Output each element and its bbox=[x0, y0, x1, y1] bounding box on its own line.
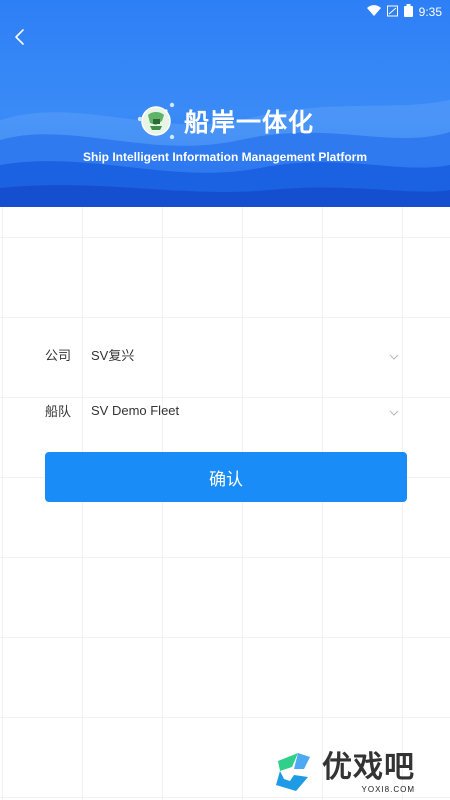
fleet-select[interactable]: SV Demo Fleet bbox=[91, 396, 405, 424]
back-button[interactable] bbox=[8, 27, 32, 51]
wifi-icon bbox=[366, 4, 381, 20]
grid-background bbox=[0, 207, 450, 800]
status-time: 9:35 bbox=[418, 5, 442, 19]
confirm-button[interactable]: 确认 bbox=[45, 452, 407, 502]
header-banner: 9:35 船岸一体化 Ship Intelligent Information … bbox=[0, 0, 450, 207]
signal-icon bbox=[386, 5, 398, 20]
brand: 船岸一体化 bbox=[0, 98, 450, 144]
company-select[interactable]: SV复兴 bbox=[91, 340, 405, 368]
back-arrow-icon bbox=[14, 28, 26, 50]
watermark: 优戏吧 YOXI8.COM bbox=[268, 746, 448, 798]
fleet-value: SV Demo Fleet bbox=[91, 402, 180, 418]
company-row: 公司 SV复兴 bbox=[45, 340, 405, 368]
watermark-main: 优戏吧 bbox=[322, 749, 415, 785]
app-title: 船岸一体化 bbox=[183, 108, 314, 137]
watermark-sub: YOXI8.COM bbox=[361, 784, 415, 794]
watermark-logo-icon bbox=[276, 753, 310, 791]
chevron-down-icon bbox=[389, 401, 399, 420]
fleet-row: 船队 SV Demo Fleet bbox=[45, 396, 405, 424]
company-label: 公司 bbox=[45, 348, 72, 364]
screen: 9:35 船岸一体化 Ship Intelligent Information … bbox=[0, 0, 450, 800]
company-value: SV复兴 bbox=[91, 347, 135, 363]
fleet-label: 船队 bbox=[45, 404, 72, 420]
chevron-down-icon bbox=[389, 345, 399, 364]
status-bar: 9:35 bbox=[0, 0, 450, 24]
battery-icon bbox=[403, 4, 413, 20]
globe-logo-icon bbox=[137, 102, 175, 140]
app-subtitle: Ship Intelligent Information Management … bbox=[82, 150, 367, 164]
